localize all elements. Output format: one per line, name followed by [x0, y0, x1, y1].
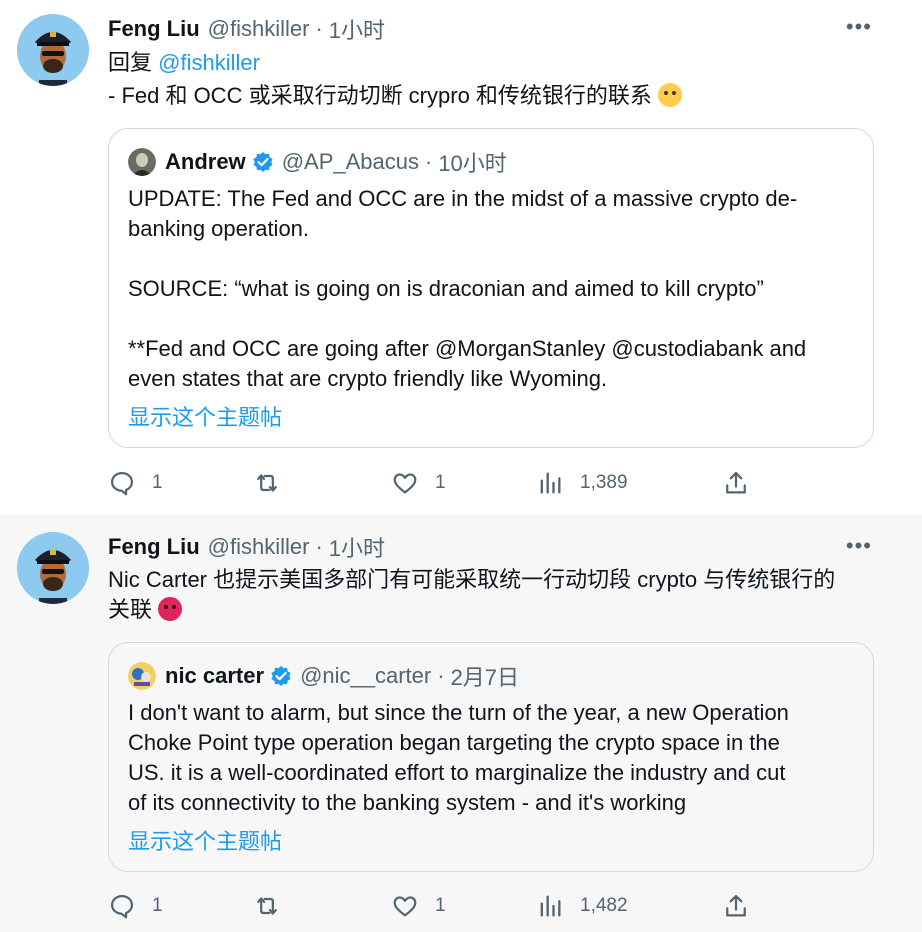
quote-text-line: even states that are crypto friendly lik…: [128, 366, 608, 391]
share-button[interactable]: [722, 466, 750, 500]
views-button[interactable]: 1,389: [536, 466, 628, 500]
timestamp[interactable]: 1小时: [329, 531, 385, 563]
retweet-button[interactable]: [253, 889, 297, 923]
separator: ·: [424, 149, 433, 174]
like-button[interactable]: 1: [391, 889, 446, 923]
views-button[interactable]: 1,482: [536, 889, 628, 923]
quote-text-line: US. it is a well-coordinated effort to m…: [128, 760, 786, 785]
quote-timestamp[interactable]: 2月7日: [451, 660, 519, 692]
quote-avatar: [128, 148, 156, 176]
quoted-tweet[interactable]: nic carter @nic__carter · 2月7日 I don't w…: [108, 642, 874, 872]
quote-timestamp[interactable]: 10小时: [438, 146, 506, 178]
weary-face-icon: [657, 83, 682, 107]
author-name[interactable]: Feng Liu: [108, 16, 200, 42]
show-thread-link[interactable]: 显示这个主题帖: [128, 824, 282, 856]
author-handle[interactable]: @fishkiller: [208, 16, 310, 42]
quote-author-name[interactable]: Andrew: [165, 149, 246, 175]
angry-face-icon: [158, 597, 183, 621]
avatar-captain-icon: [17, 14, 89, 86]
verified-badge-icon: [271, 666, 291, 686]
author-name[interactable]: Feng Liu: [108, 534, 200, 560]
quote-text-line: of its connectivity to the banking syste…: [128, 790, 687, 815]
tweet-text-line: - Fed 和 OCC 或采取行动切断 crypro 和传统银行的联系: [108, 83, 652, 108]
quote-header: Andrew @AP_Abacus · 10小时: [165, 147, 507, 177]
quote-avatar-illustration-icon: [128, 662, 156, 690]
quote-avatar-portrait-icon: [128, 148, 156, 176]
reply-count: 1: [152, 895, 163, 916]
quote-text-line: UPDATE: The Fed and OCC are in the midst…: [128, 186, 798, 211]
share-icon: [726, 894, 746, 917]
quote-text-line: I don't want to alarm, but since the tur…: [128, 700, 789, 725]
views-count: 1,389: [580, 472, 628, 493]
retweet-icon: [257, 474, 277, 492]
tweet-text-line: Nic Carter 也提示美国多部门有可能采取统一行动切段 crypto 与传…: [108, 567, 836, 592]
avatar[interactable]: [17, 14, 89, 86]
show-thread-link[interactable]: 显示这个主题帖: [128, 400, 282, 432]
separator: ·: [315, 16, 323, 41]
reply-count: 1: [152, 472, 163, 493]
reply-mention-link[interactable]: @fishkiller: [158, 50, 260, 75]
tweet[interactable]: Feng Liu @fishkiller · 1小时 ••• Nic Carte…: [0, 515, 922, 932]
separator: ·: [437, 663, 445, 688]
quote-text-line: banking operation.: [128, 216, 310, 241]
separator: ·: [315, 534, 323, 559]
reply-button[interactable]: 1: [108, 466, 163, 500]
reply-context: 回复 @fishkiller: [108, 48, 260, 78]
views-chart-icon: [540, 895, 561, 917]
share-button[interactable]: [722, 889, 750, 923]
quote-text-line: SOURCE: “what is going on is draconian a…: [128, 276, 764, 301]
reply-button[interactable]: 1: [108, 889, 163, 923]
timestamp[interactable]: 1小时: [329, 13, 385, 45]
tweet-actions: 1 1 1,389: [108, 466, 768, 500]
author-handle[interactable]: @fishkiller: [208, 534, 310, 560]
quote-author-name[interactable]: nic carter: [165, 663, 264, 689]
more-options-icon[interactable]: •••: [846, 14, 872, 40]
retweet-icon: [257, 897, 277, 915]
avatar[interactable]: [17, 532, 89, 604]
avatar-captain-icon: [17, 532, 89, 604]
reply-icon: [110, 471, 134, 496]
reply-icon: [110, 894, 134, 919]
tweet-actions: 1 1 1,482: [108, 889, 768, 923]
retweet-button[interactable]: [253, 466, 297, 500]
like-button[interactable]: 1: [391, 466, 446, 500]
tweet-text: - Fed 和 OCC 或采取行动切断 crypro 和传统银行的联系: [108, 81, 682, 111]
heart-icon: [393, 896, 417, 917]
reply-prefix: 回复: [108, 50, 153, 75]
like-count: 1: [435, 472, 446, 493]
tweet[interactable]: Feng Liu @fishkiller · 1小时 ••• 回复 @fishk…: [0, 0, 922, 515]
like-count: 1: [435, 895, 446, 916]
tweet-text-line: 关联: [108, 597, 153, 622]
share-icon: [726, 471, 746, 494]
quoted-tweet[interactable]: Andrew @AP_Abacus · 10小时 UPDATE: The Fed…: [108, 128, 874, 448]
verified-badge-icon: [253, 152, 273, 172]
tweet-header: Feng Liu @fishkiller · 1小时: [108, 532, 385, 562]
heart-icon: [393, 473, 417, 494]
more-options-icon[interactable]: •••: [846, 533, 872, 559]
quote-text-line: Choke Point type operation began targeti…: [128, 730, 780, 755]
quote-author-handle[interactable]: @nic__carter: [300, 663, 431, 689]
quote-author-handle[interactable]: @AP_Abacus: [282, 149, 419, 175]
quote-text-line: **Fed and OCC are going after @MorganSta…: [128, 336, 807, 361]
tweet-header: Feng Liu @fishkiller · 1小时: [108, 14, 385, 44]
quote-avatar: [128, 662, 156, 690]
views-chart-icon: [540, 472, 561, 494]
tweet-text: 关联: [108, 595, 183, 625]
quote-header: nic carter @nic__carter · 2月7日: [165, 661, 519, 691]
views-count: 1,482: [580, 895, 628, 916]
